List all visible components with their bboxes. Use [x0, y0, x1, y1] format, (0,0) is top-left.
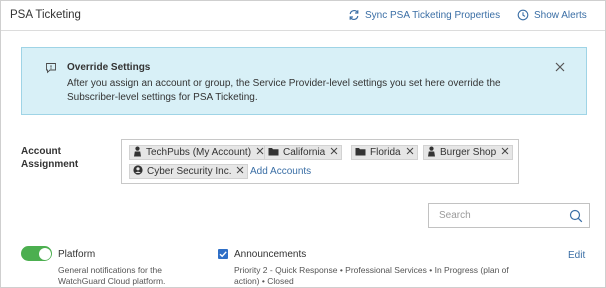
psa-ticketing-panel: PSA Ticketing Sync PSA Ticketing Propert…: [0, 0, 606, 288]
account-tag-label: Burger Shop: [440, 147, 497, 158]
user-circle-icon: [133, 165, 143, 178]
account-tag-label: Cyber Security Inc.: [147, 166, 232, 177]
folder-icon: [268, 147, 279, 159]
add-accounts-link[interactable]: Add Accounts: [250, 166, 311, 177]
override-settings-banner: Override Settings After you assign an ac…: [21, 47, 587, 115]
edit-link[interactable]: Edit: [568, 250, 585, 261]
announcements-checkbox[interactable]: [218, 249, 228, 259]
platform-description: General notifications for the WatchGuard…: [58, 265, 166, 286]
account-tag: California: [264, 145, 343, 160]
remove-tag-icon[interactable]: [501, 147, 509, 158]
remove-tag-icon[interactable]: [256, 147, 264, 158]
account-tag: Florida: [351, 145, 418, 160]
announcements-title: Announcements: [234, 249, 307, 260]
page-title: PSA Ticketing: [10, 9, 81, 21]
remove-tag-icon[interactable]: [330, 147, 338, 158]
account-tag-label: Florida: [370, 147, 401, 158]
show-alerts-link[interactable]: Show Alerts: [517, 9, 587, 21]
platform-title: Platform: [58, 249, 96, 260]
sync-label: Sync PSA Ticketing Properties: [365, 9, 501, 21]
announcements-description: Priority 2 - Quick Response • Profession…: [234, 265, 509, 286]
account-assignment-field[interactable]: TechPubs (My Account) California Florida…: [121, 139, 519, 184]
account-tag-label: TechPubs (My Account): [146, 147, 252, 158]
account-tag-label: California: [283, 147, 326, 158]
search-input[interactable]: Search: [428, 203, 590, 228]
sync-icon: [348, 9, 360, 21]
search-placeholder: Search: [439, 210, 471, 221]
search-icon[interactable]: [569, 209, 583, 226]
account-tag: Burger Shop: [423, 145, 514, 160]
show-alerts-label: Show Alerts: [534, 9, 587, 21]
toggle-knob: [39, 247, 51, 260]
platform-toggle[interactable]: [21, 246, 52, 261]
banner-text: After you assign an account or group, th…: [67, 78, 501, 103]
person-icon: [133, 146, 142, 160]
panel-header: PSA Ticketing Sync PSA Ticketing Propert…: [1, 1, 605, 31]
close-icon[interactable]: [555, 62, 565, 75]
account-tag: Cyber Security Inc.: [129, 164, 249, 179]
banner-title: Override Settings: [67, 62, 151, 73]
sync-properties-link[interactable]: Sync PSA Ticketing Properties: [348, 9, 500, 21]
clock-icon: [517, 9, 529, 21]
remove-tag-icon[interactable]: [406, 147, 414, 158]
account-assignment-label: Account Assignment: [21, 146, 79, 170]
info-icon: [45, 62, 57, 77]
checkmark-icon: [219, 251, 227, 258]
account-tag: TechPubs (My Account): [129, 145, 269, 160]
person-icon: [427, 146, 436, 160]
folder-icon: [355, 147, 366, 159]
remove-tag-icon[interactable]: [236, 166, 244, 177]
